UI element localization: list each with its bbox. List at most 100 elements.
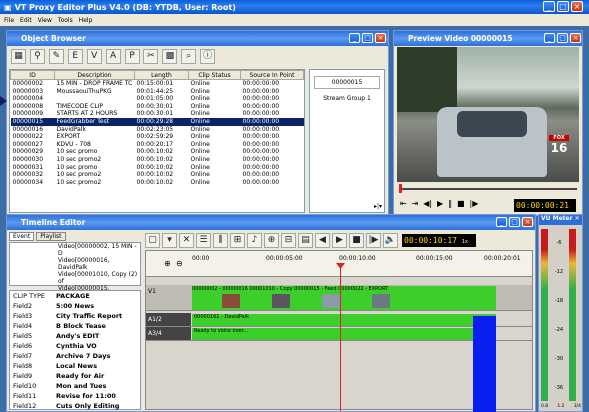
audio-clip[interactable]: 00000161 - DavidPalk: [192, 314, 496, 326]
playhead[interactable]: [340, 263, 341, 411]
preview-timecode[interactable]: 00:00:00:21 1x: [514, 199, 576, 212]
maximize-icon[interactable]: □: [509, 217, 520, 227]
table-row[interactable]: 00000029 10 sec promo 00:00:10:02 Online 00:…: [11, 148, 304, 156]
maximize-icon[interactable]: □: [557, 1, 569, 12]
field-key: Field5: [13, 332, 33, 340]
audio-icon[interactable]: ♪: [247, 232, 262, 248]
tab-event[interactable]: Event: [9, 232, 35, 241]
minimize-icon[interactable]: _: [543, 1, 555, 12]
maximize-icon[interactable]: □: [362, 33, 373, 43]
timeline-timecode[interactable]: 00:00:10:17 1x: [402, 233, 476, 247]
dropdown-icon[interactable]: ▾: [162, 232, 177, 248]
mark-in-icon[interactable]: ⇤: [400, 199, 407, 208]
col-length[interactable]: Length: [134, 70, 189, 80]
binoculars-icon[interactable]: ⚲: [29, 49, 45, 64]
video-clip[interactable]: 00000002 - 00000016 00001010 - Copy 0000…: [192, 286, 496, 310]
rewind-icon[interactable]: ◀: [315, 232, 330, 248]
grid-icon[interactable]: ▩: [162, 49, 178, 64]
info-icon[interactable]: ⓘ: [200, 49, 216, 64]
close-icon[interactable]: ✕: [575, 215, 580, 222]
table-row[interactable]: 00000022 EXPORT 00:02:59:29 Online 00:00:00:…: [11, 133, 304, 141]
tab-playlist[interactable]: Playlist: [36, 232, 66, 241]
table-row[interactable]: 00000008 TIMECODE CLIP 00:00:30:01 Online 00…: [11, 103, 304, 111]
table-row[interactable]: 00000030 10 sec promo2 00:00:10:02 Online 00…: [11, 156, 304, 164]
col-source-in[interactable]: Source In Point: [240, 70, 304, 80]
field-row[interactable]: Field5 Andy's EDIT: [10, 331, 140, 341]
list-icon[interactable]: ☰: [196, 232, 211, 248]
pause-icon[interactable]: ‖: [448, 199, 452, 208]
menu-file[interactable]: File: [4, 17, 14, 24]
table-row[interactable]: 00000002 15 MIN - DROP FRAME TC 00:15:00:0…: [11, 80, 304, 88]
play-icon[interactable]: ▶: [332, 232, 347, 248]
forward-icon[interactable]: |▶: [366, 232, 381, 248]
field-row[interactable]: CLIP TYPE PACKAGE: [10, 291, 140, 301]
lock-icon[interactable]: ⊟: [281, 232, 296, 248]
field-row[interactable]: Field7 Archive 7 Days: [10, 351, 140, 361]
col-description[interactable]: Description: [54, 70, 135, 80]
minimize-icon[interactable]: _: [544, 33, 555, 43]
rewind-icon[interactable]: ◀|: [423, 199, 432, 208]
field-row[interactable]: Field6 Cynthia VO: [10, 341, 140, 351]
scrubber-handle[interactable]: [399, 184, 402, 193]
table-row[interactable]: 00000004 00:01:05:00 Online 00:00:00:00: [11, 95, 304, 103]
stop-icon[interactable]: ■: [349, 232, 364, 248]
grid-view-icon[interactable]: ▦: [11, 49, 26, 64]
zoom-icon[interactable]: ⊕: [264, 232, 279, 248]
table-row[interactable]: 00000003 MoussaouiThuPKG 00:01:44:25 Online…: [11, 88, 304, 96]
tree-item[interactable]: Video[00000002, 15 MIN - D: [58, 243, 140, 257]
minimize-icon[interactable]: _: [349, 33, 360, 43]
table-row[interactable]: 00000031 10 sec promo 00:00:10:02 Online 00:…: [11, 164, 304, 172]
mark-out-icon[interactable]: ⇥: [412, 199, 419, 208]
pencil-icon[interactable]: ✎: [48, 49, 64, 64]
table-row[interactable]: 00000009 STARTS AT 2 HOURS 00:00:30:01 Onli…: [11, 110, 304, 118]
table-row[interactable]: 00000016 DavidPalk 00:02:23:05 Online 00:00:…: [11, 126, 304, 134]
field-row[interactable]: Field3 City Traffic Report: [10, 311, 140, 321]
forward-icon[interactable]: |▶: [470, 199, 479, 208]
table-row[interactable]: 00000034 10 sec promo2 00:00:10:02 Online 00…: [11, 179, 304, 187]
field-row[interactable]: Field9 Ready for Air: [10, 371, 140, 381]
field-row[interactable]: Field2 5:00 News: [10, 301, 140, 311]
filter-v-button[interactable]: V: [86, 49, 102, 64]
close-icon[interactable]: ×: [375, 33, 386, 43]
table-row[interactable]: 00000027 KDVU - 708 00:00:20:17 Online 00:00…: [11, 141, 304, 149]
split-icon[interactable]: ⫼: [213, 232, 228, 248]
close-icon[interactable]: ×: [522, 217, 533, 227]
field-row[interactable]: Field10 Mon and Tues: [10, 381, 140, 391]
menu-edit[interactable]: Edit: [20, 17, 32, 24]
col-clip-status[interactable]: Clip Status: [188, 70, 241, 80]
tools-icon[interactable]: ✂: [143, 49, 159, 64]
minimize-icon[interactable]: _: [496, 217, 507, 227]
new-icon[interactable]: ▢: [145, 232, 160, 248]
col-id[interactable]: ID: [10, 70, 55, 80]
search-icon[interactable]: ⌕: [181, 49, 197, 64]
tree-item[interactable]: Video[00000016, DavidPalk: [58, 257, 140, 271]
maximize-icon[interactable]: □: [557, 33, 568, 43]
delete-icon[interactable]: ✕: [179, 232, 194, 248]
zoom-out-icon[interactable]: ⊖: [176, 259, 183, 268]
close-icon[interactable]: ×: [570, 33, 581, 43]
menu-help[interactable]: Help: [79, 17, 93, 24]
menu-tools[interactable]: Tools: [58, 17, 73, 24]
trim-icon[interactable]: ⊞: [230, 232, 245, 248]
zoom-in-icon[interactable]: ⊕: [164, 259, 171, 268]
field-row[interactable]: Field11 Revise for 11:00: [10, 391, 140, 401]
filter-a-button[interactable]: A: [105, 49, 121, 64]
filter-e-button[interactable]: E: [67, 49, 83, 64]
field-row[interactable]: Field8 Local News: [10, 361, 140, 371]
close-icon[interactable]: ×: [571, 1, 583, 12]
preview-scrubber[interactable]: [397, 183, 579, 195]
scroll-arrows-icon[interactable]: ▸|▾: [374, 203, 382, 210]
play-icon[interactable]: ▶: [437, 199, 443, 208]
save-icon[interactable]: ▤: [298, 232, 313, 248]
menu-view[interactable]: View: [38, 17, 52, 24]
sound-icon[interactable]: 🔈: [383, 232, 398, 248]
tree-item[interactable]: Video[00001010, Copy (2) of: [58, 271, 140, 285]
table-row[interactable]: 00000015 FeedGrabber Test 00:00:29:28 Onlin…: [10, 117, 304, 126]
stop-icon[interactable]: ■: [457, 199, 465, 208]
table-row[interactable]: 00000032 10 sec promo2 00:00:10:02 Online 00…: [11, 171, 304, 179]
field-row[interactable]: Field12 Cuts Only Editing: [10, 401, 140, 411]
field-row[interactable]: Field4 B Block Tease: [10, 321, 140, 331]
voiceover-clip[interactable]: Ready to voice over...: [192, 328, 496, 340]
filter-p-button[interactable]: P: [124, 49, 140, 64]
stream-id[interactable]: 00000015: [314, 76, 380, 89]
